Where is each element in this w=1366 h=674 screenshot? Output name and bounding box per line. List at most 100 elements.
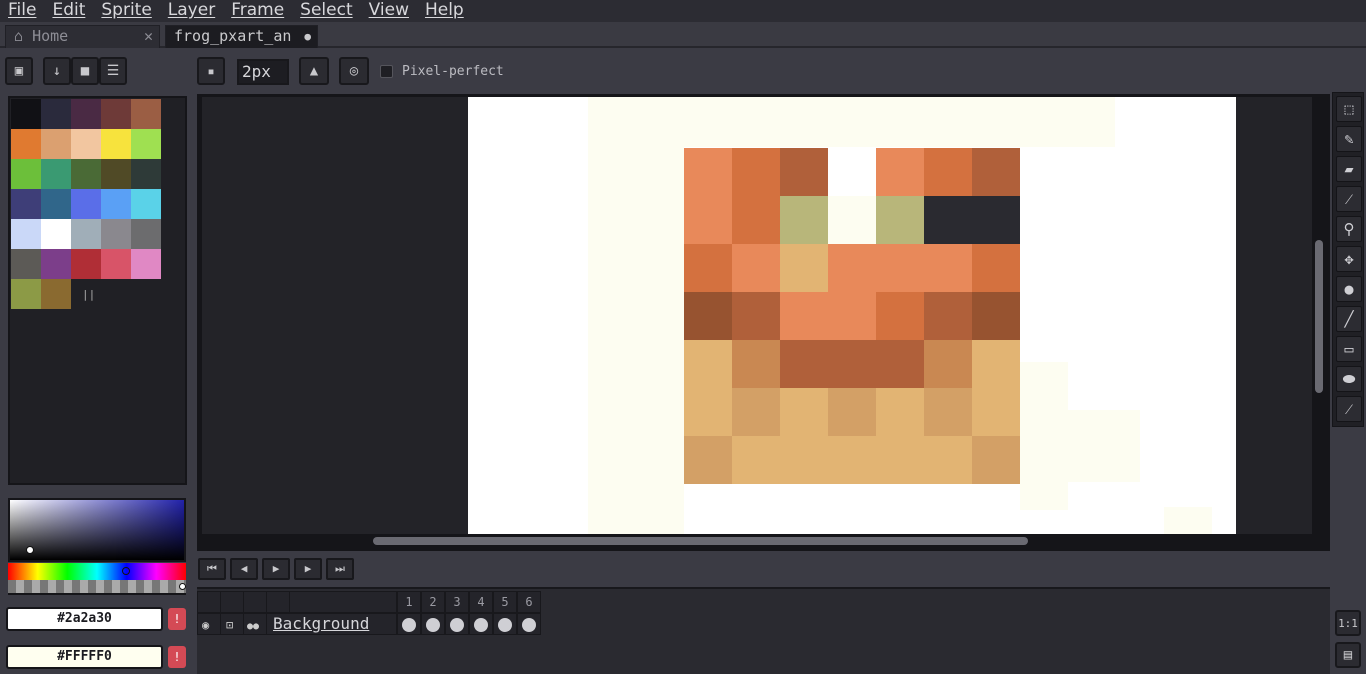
frame-header[interactable]: 5 — [493, 591, 517, 613]
cel[interactable] — [493, 613, 517, 635]
palette-swatch[interactable] — [131, 189, 161, 219]
sprite-canvas[interactable] — [468, 97, 1236, 534]
background-warning-icon[interactable]: ! — [168, 646, 186, 668]
palette-swatch[interactable] — [11, 189, 41, 219]
layer-name-background[interactable]: Background — [266, 613, 397, 635]
cel[interactable] — [445, 613, 469, 635]
continuous-icon[interactable]: ●● — [243, 613, 267, 635]
picker-cursor[interactable] — [26, 546, 34, 554]
palette-swatch[interactable] — [71, 189, 101, 219]
background-color-field[interactable]: #FFFFF0 — [6, 645, 163, 669]
hue-handle[interactable] — [122, 567, 130, 575]
foreground-color-field[interactable]: #2a2a30 — [6, 607, 163, 631]
palette-swatch[interactable] — [101, 159, 131, 189]
palette-swatch[interactable] — [101, 219, 131, 249]
palette-swatch[interactable] — [11, 279, 41, 309]
menu-sprite[interactable]: Sprite — [93, 0, 159, 22]
lock-layer-button[interactable]: ▣ — [5, 57, 33, 85]
palette-swatch[interactable] — [41, 279, 71, 309]
cel[interactable] — [469, 613, 493, 635]
menu-layer[interactable]: Layer — [160, 0, 223, 22]
palette-swatch[interactable] — [71, 249, 101, 279]
palette-swatch[interactable] — [101, 249, 131, 279]
palette-swatch[interactable] — [131, 129, 161, 159]
blob-tool-button[interactable]: ⬬ — [1336, 366, 1362, 392]
menu-edit[interactable]: Edit — [44, 0, 93, 22]
first-frame-button[interactable]: ⏮ — [198, 558, 226, 580]
pixel-perfect-checkbox[interactable] — [380, 65, 393, 78]
layers-header-icon[interactable] — [266, 591, 290, 613]
frame-header[interactable]: 3 — [445, 591, 469, 613]
frame-header[interactable]: 2 — [421, 591, 445, 613]
palette-swatch[interactable] — [101, 129, 131, 159]
marquee-tool-button[interactable]: ⬚ — [1336, 96, 1362, 122]
palette-swatch[interactable] — [41, 129, 71, 159]
tab-document[interactable]: frog_pxart_an ● — [165, 25, 318, 48]
palette-swatch[interactable] — [71, 219, 101, 249]
menu-view[interactable]: View — [361, 0, 417, 22]
pencil-tool-button[interactable]: ✎ — [1336, 126, 1362, 152]
palette-swatch[interactable] — [41, 219, 71, 249]
frame-header[interactable]: 4 — [469, 591, 493, 613]
alpha-handle[interactable] — [179, 583, 186, 590]
palette-swatch[interactable] — [131, 249, 161, 279]
palette-swatch[interactable] — [11, 249, 41, 279]
palette-swatch[interactable] — [131, 219, 161, 249]
palette-swatch[interactable] — [41, 99, 71, 129]
menu-help[interactable]: Help — [417, 0, 472, 22]
horizontal-scrollbar[interactable] — [373, 537, 1028, 545]
menu-select[interactable]: Select — [292, 0, 360, 22]
palette-swatch[interactable] — [11, 99, 41, 129]
palette-swatch[interactable] — [71, 129, 101, 159]
palette-swatch[interactable] — [101, 189, 131, 219]
menu-frame[interactable]: Frame — [223, 0, 292, 22]
ink-button[interactable]: ▲ — [299, 57, 329, 85]
eye-icon[interactable]: ◉ — [197, 613, 221, 635]
palette-swatch[interactable] — [131, 159, 161, 189]
move-tool-button[interactable]: ✥ — [1336, 246, 1362, 272]
eyedropper-tool-button[interactable]: ⁄ — [1336, 186, 1362, 212]
palette-swatch[interactable] — [11, 159, 41, 189]
palette-save-button[interactable]: ■ — [71, 57, 99, 85]
visibility-header-icon[interactable] — [197, 591, 221, 613]
fill-tool-button[interactable]: ● — [1336, 276, 1362, 302]
palette-down-button[interactable]: ↓ — [43, 57, 71, 85]
palette-swatch[interactable] — [11, 129, 41, 159]
play-button[interactable]: ▶ — [262, 558, 290, 580]
previous-frame-button[interactable]: ◀ — [230, 558, 258, 580]
menu-file[interactable]: File — [0, 0, 44, 22]
line-tool-button[interactable]: ╱ — [1336, 306, 1362, 332]
vertical-scrollbar[interactable] — [1315, 240, 1323, 393]
continuous-header-icon[interactable] — [243, 591, 267, 613]
palette-swatch[interactable] — [71, 159, 101, 189]
zoom-tool-button[interactable]: ⚲ — [1336, 216, 1362, 242]
brush-size-input[interactable]: 2px — [237, 59, 289, 85]
lock-header-icon[interactable] — [220, 591, 244, 613]
lock-icon[interactable]: ⊡ — [220, 613, 244, 635]
palette-swatch[interactable] — [101, 99, 131, 129]
alpha-slider[interactable] — [8, 580, 186, 595]
cel[interactable] — [517, 613, 541, 635]
close-icon[interactable]: ✕ — [144, 26, 153, 47]
palette-swatch[interactable] — [41, 249, 71, 279]
palette-swatch[interactable] — [71, 99, 101, 129]
palette-menu-button[interactable]: ☰ — [99, 57, 127, 85]
palette-swatch[interactable] — [41, 159, 71, 189]
filmstrip-button[interactable]: ▤ — [1335, 642, 1361, 668]
hue-slider[interactable] — [8, 563, 186, 580]
palette-swatch[interactable] — [131, 99, 161, 129]
tab-home[interactable]: ⌂ Home ✕ — [5, 25, 160, 48]
saturation-value-picker[interactable] — [8, 498, 186, 562]
frame-header[interactable]: 1 — [397, 591, 421, 613]
next-frame-button[interactable]: ▶ — [294, 558, 322, 580]
symmetry-button[interactable]: ◎ — [339, 57, 369, 85]
rectangle-tool-button[interactable]: ▭ — [1336, 336, 1362, 362]
frame-header[interactable]: 6 — [517, 591, 541, 613]
last-frame-button[interactable]: ⏭ — [326, 558, 354, 580]
cel[interactable] — [421, 613, 445, 635]
cel[interactable] — [397, 613, 421, 635]
zoom-one-to-one-button[interactable]: 1:1 — [1335, 610, 1361, 636]
palette-swatch[interactable] — [41, 189, 71, 219]
eraser-tool-button[interactable]: ▰ — [1336, 156, 1362, 182]
foreground-warning-icon[interactable]: ! — [168, 608, 186, 630]
